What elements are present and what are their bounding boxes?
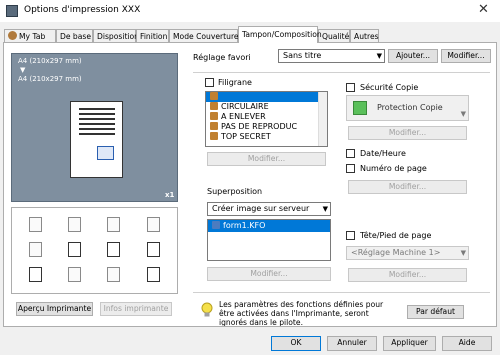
stamp-icon	[210, 122, 218, 130]
chevron-down-icon: ▼	[460, 110, 466, 118]
header-footer-select[interactable]: <Réglage Machine 1> ▼	[346, 246, 469, 260]
tab-finition[interactable]: Finition	[136, 29, 169, 43]
tray-icon	[147, 267, 160, 282]
watermark-modify-button[interactable]: Modifier...	[207, 152, 326, 166]
header-footer-label: Tête/Pied de page	[360, 231, 432, 240]
security-modify-button[interactable]: Modifier...	[348, 126, 467, 140]
stack-icon	[29, 217, 42, 232]
tab-my-tab[interactable]: My Tab	[4, 29, 56, 43]
overlay-mode-select[interactable]: Créer image sur serveur ▼	[207, 202, 331, 216]
security-label: Sécurité Copie	[360, 83, 419, 92]
page-preview: A4 (210x297 mm) ▼ A4 (210x297 mm) x1	[11, 53, 178, 202]
layout-icon	[68, 217, 81, 232]
tab-disposition[interactable]: Disposition	[93, 29, 139, 43]
printer-icon	[6, 5, 18, 17]
cover-icon	[147, 217, 160, 232]
form-icon	[212, 221, 220, 229]
cancel-button[interactable]: Annuler	[327, 336, 377, 351]
apply-button[interactable]: Appliquer	[383, 336, 436, 351]
date-time-checkbox[interactable]	[346, 149, 355, 158]
duplex-icon	[68, 242, 81, 257]
stamp-icon	[210, 132, 218, 140]
window-title: Options d'impression XXX	[24, 5, 141, 15]
list-item[interactable]: CIRCULAIRE	[206, 102, 327, 112]
divider	[193, 72, 490, 73]
tab-autres[interactable]: Autres	[350, 29, 379, 43]
list-item[interactable]: form1.KFO	[208, 220, 330, 232]
help-button[interactable]: Aide	[442, 336, 492, 351]
default-button[interactable]: Par défaut	[407, 305, 464, 319]
copy-guard-icon	[68, 267, 81, 282]
date-time-label: Date/Heure	[360, 149, 406, 158]
stamp-icon	[210, 92, 218, 100]
favorite-label: Réglage favori	[193, 53, 251, 62]
add-favorite-button[interactable]: Ajouter...	[388, 49, 438, 63]
copies-count: x1	[165, 191, 175, 199]
stamp-icon	[210, 112, 218, 120]
chevron-down-icon: ▼	[376, 52, 382, 60]
security-select[interactable]: Protection Copie ▼	[346, 95, 469, 121]
list-item[interactable]: PAS DE REPRODUC	[206, 122, 327, 132]
overlay-list[interactable]: form1.KFO	[207, 219, 331, 261]
page-number-checkbox[interactable]	[346, 164, 355, 173]
header-footer-checkbox[interactable]	[346, 231, 355, 240]
date-time-modify-button[interactable]: Modifier...	[348, 180, 467, 194]
watermark-label: Filigrane	[218, 78, 252, 87]
list-item[interactable]: TOP SECRET	[206, 132, 327, 142]
watermark-checkbox[interactable]	[205, 78, 214, 87]
tab-de-base[interactable]: De base	[56, 29, 93, 43]
tab-qualite[interactable]: Qualité	[318, 29, 350, 43]
printer-info-button[interactable]: Infos imprimante	[100, 302, 172, 316]
lightbulb-icon	[201, 302, 213, 317]
security-checkbox[interactable]	[346, 83, 355, 92]
list-item[interactable]	[206, 92, 327, 102]
overlay-modify-button[interactable]: Modifier...	[207, 267, 331, 281]
divider	[193, 292, 490, 293]
close-icon[interactable]: ✕	[478, 2, 489, 17]
paper-size-output: A4 (210x297 mm)	[18, 75, 82, 83]
function-icon-grid	[11, 207, 178, 294]
page-number-label: Numéro de page	[360, 164, 427, 173]
paper-size-source: A4 (210x297 mm)	[18, 57, 82, 65]
ok-button[interactable]: OK	[271, 336, 321, 351]
modify-favorite-button[interactable]: Modifier...	[441, 49, 491, 63]
title-bar: Options d'impression XXX ✕	[0, 0, 500, 22]
tab-tampon-composition[interactable]: Tampon/Composition	[238, 26, 322, 43]
copy-protect-icon	[353, 101, 367, 115]
scrollbar[interactable]	[318, 92, 327, 146]
booklet-icon	[29, 242, 42, 257]
printer-view-button[interactable]: Aperçu Imprimante	[16, 302, 93, 316]
tab-mode-couverture[interactable]: Mode Couverture	[169, 29, 239, 43]
info-note: Les paramètres des fonctions définies po…	[219, 300, 384, 326]
favorite-select[interactable]: Sans titre ▼	[278, 49, 385, 63]
chevron-down-icon: ▼	[322, 205, 328, 213]
header-footer-modify-button[interactable]: Modifier...	[348, 268, 467, 282]
overlay-icon	[147, 242, 160, 257]
watermark-list[interactable]: CIRCULAIRE A ENLEVER PAS DE REPRODUC TOP…	[205, 91, 328, 147]
stamp-icon	[210, 102, 218, 110]
stamp-icon	[107, 242, 120, 257]
staple-icon	[107, 217, 120, 232]
page-thumbnail	[70, 101, 123, 178]
arrow-down-icon: ▼	[20, 66, 26, 74]
quality-icon	[107, 267, 120, 282]
user-icon	[8, 31, 17, 40]
tab-bar: My Tab De base Disposition Finition Mode…	[0, 26, 500, 43]
watermark-icon	[29, 267, 42, 282]
overlay-label: Superposition	[207, 187, 263, 196]
chevron-down-icon: ▼	[460, 249, 466, 257]
list-item[interactable]: A ENLEVER	[206, 112, 327, 122]
